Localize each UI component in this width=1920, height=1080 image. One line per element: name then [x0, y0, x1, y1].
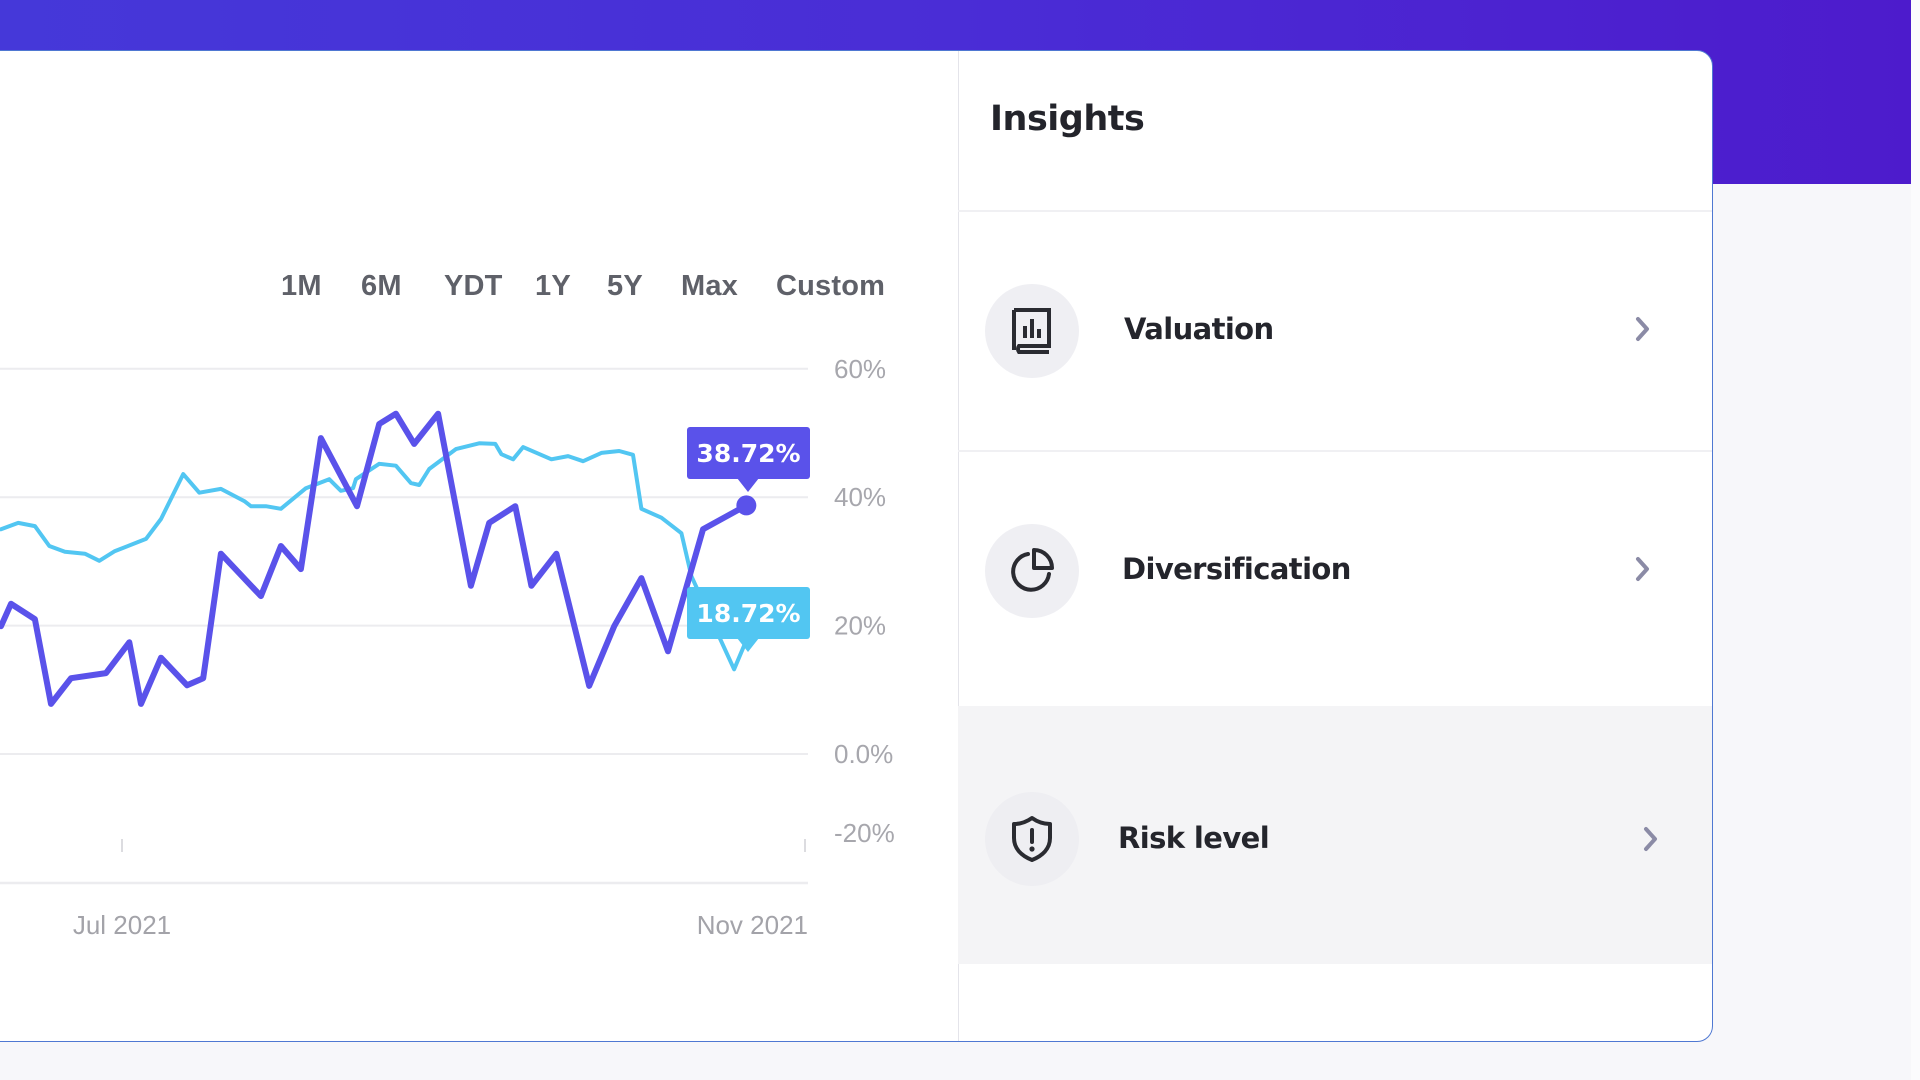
end-value-tooltips: 38.72% 18.72%	[687, 427, 810, 652]
insight-item-valuation[interactable]: Valuation	[958, 212, 1712, 450]
value-tooltip-portfolio: 38.72%	[687, 427, 810, 492]
tooltip-value: 18.72%	[696, 599, 800, 628]
chart-pane: 1M 6M YDT 1Y 5Y Max Custom 60% 40% 20% 0.0%…	[0, 51, 959, 1041]
insights-title: Insights	[990, 99, 1145, 139]
pie-chart-icon	[1011, 548, 1054, 592]
insight-label: Risk level	[1118, 821, 1270, 855]
y-tick-label: 0.0%	[834, 739, 893, 769]
y-tick-label: 60%	[834, 354, 886, 384]
page-edge	[1911, 0, 1920, 1080]
y-tick-label: 40%	[834, 482, 886, 512]
insight-label: Valuation	[1124, 312, 1274, 346]
performance-card: 1M 6M YDT 1Y 5Y Max Custom 60% 40% 20% 0.0%…	[0, 50, 1713, 1042]
series-end-marker	[736, 495, 757, 516]
y-axis-labels: 60% 40% 20% 0.0% -20%	[834, 354, 895, 848]
diversification-icon-badge	[985, 524, 1079, 618]
valuation-icon-badge	[985, 284, 1079, 378]
tooltip-pointer	[737, 478, 759, 492]
insight-label: Diversification	[1122, 552, 1351, 586]
insight-item-risk-level[interactable]: Risk level	[958, 706, 1712, 964]
x-tick-label: Jul 2021	[73, 910, 171, 940]
insight-item-diversification[interactable]: Diversification	[958, 452, 1712, 706]
chevron-right-icon	[1644, 827, 1657, 851]
value-tooltip-benchmark: 18.72%	[687, 587, 810, 652]
x-tick-label: Nov 2021	[697, 910, 808, 940]
tooltip-value: 38.72%	[696, 439, 800, 468]
chevron-right-icon	[1636, 317, 1649, 341]
shield-alert-icon	[1012, 816, 1052, 862]
y-tick-label: 20%	[834, 611, 886, 641]
valuation-book-chart-icon	[1012, 308, 1051, 354]
chevron-right-icon	[1636, 557, 1649, 581]
insights-panel: Insights Valuation Diversification Risk …	[958, 51, 1712, 1041]
series-line-benchmark	[0, 441, 752, 672]
y-tick-label: -20%	[834, 818, 895, 848]
x-axis: Jul 2021 Nov 2021	[0, 839, 808, 940]
risk-icon-badge	[985, 792, 1079, 886]
series-lines	[0, 410, 757, 707]
performance-line-chart: 60% 40% 20% 0.0% -20% Jul 2021 Nov 2021 38.72…	[0, 354, 895, 940]
